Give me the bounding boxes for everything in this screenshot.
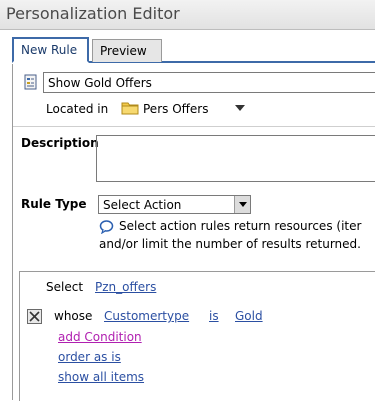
rule-type-label: Rule Type — [21, 197, 87, 211]
tab-preview[interactable]: Preview — [92, 39, 162, 62]
rule-type-value: Select Action — [103, 198, 182, 212]
query-builder: Select Pzn_offers whose Customertype is … — [19, 271, 375, 401]
remove-condition-button[interactable] — [27, 309, 42, 324]
tab-new-rule[interactable]: New Rule — [12, 37, 89, 63]
rule-name-input[interactable] — [43, 72, 375, 93]
close-icon — [29, 311, 40, 322]
chevron-down-icon — [239, 202, 247, 207]
description-field[interactable] — [96, 135, 375, 182]
rule-type-help-text-2: and/or limit the number of results retur… — [99, 237, 361, 251]
speech-bubble-icon — [99, 220, 114, 234]
attribute-link[interactable]: Customertype — [104, 309, 189, 323]
rule-document-icon — [24, 74, 37, 90]
editor-panel: Located in Pers Offers Description Rule … — [12, 64, 375, 401]
rule-type-dropdown-button[interactable] — [234, 196, 250, 213]
resource-link[interactable]: Pzn_offers — [95, 280, 156, 294]
folder-icon — [121, 102, 139, 115]
description-label: Description — [21, 136, 99, 150]
tab-strip: New Rule Preview — [12, 37, 375, 63]
operator-link[interactable]: is — [209, 309, 219, 323]
value-link[interactable]: Gold — [235, 309, 263, 323]
folder-name[interactable]: Pers Offers — [143, 102, 208, 116]
rule-type-help-text: Select action rules return resources (it… — [119, 219, 362, 233]
window-title: Personalization Editor — [6, 4, 180, 23]
show-all-items-link[interactable]: show all items — [58, 370, 144, 384]
order-as-is-link[interactable]: order as is — [58, 350, 121, 364]
chevron-down-icon[interactable] — [235, 105, 245, 112]
rule-type-select[interactable]: Select Action — [98, 195, 251, 214]
whose-label: whose — [54, 309, 93, 323]
select-label: Select — [46, 280, 84, 294]
located-in-label: Located in — [46, 102, 109, 116]
add-condition-link[interactable]: add Condition — [58, 330, 142, 344]
title-bar: Personalization Editor — [0, 0, 375, 30]
divider — [13, 126, 375, 127]
